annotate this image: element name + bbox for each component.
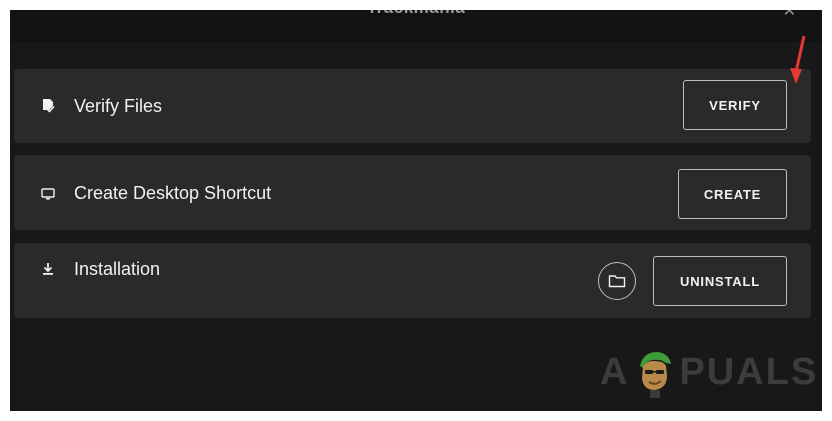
folder-icon xyxy=(608,275,626,288)
installation-label: Installation xyxy=(74,259,161,279)
create-shortcut-row: Create Desktop Shortcut CREATE xyxy=(14,155,811,230)
monitor-icon xyxy=(40,186,56,202)
watermark-text-left: A xyxy=(600,350,630,393)
uninstall-button[interactable]: UNINSTALL xyxy=(653,256,787,306)
create-button[interactable]: CREATE xyxy=(678,169,787,219)
verify-files-label: Verify Files xyxy=(74,96,163,116)
verify-button[interactable]: VERIFY xyxy=(683,80,787,130)
verify-file-icon xyxy=(40,98,56,114)
app-title: Trackmania xyxy=(10,10,822,18)
appuals-mascot-icon xyxy=(640,352,672,398)
verify-files-row: Verify Files VERIFY xyxy=(14,69,811,143)
title-bar: Trackmania ✕ xyxy=(10,10,822,42)
installation-row: Installation UNINSTALL xyxy=(14,243,811,318)
download-icon xyxy=(40,261,56,277)
app-window: Trackmania ✕ Verify Files VERIFY Create … xyxy=(10,10,822,411)
open-folder-button[interactable] xyxy=(598,262,636,300)
create-shortcut-label: Create Desktop Shortcut xyxy=(74,183,272,203)
watermark-text-right: PUALS xyxy=(679,350,819,393)
red-arrow-icon xyxy=(790,35,806,84)
close-icon[interactable]: ✕ xyxy=(783,10,796,21)
appuals-watermark: A PUALS xyxy=(600,346,818,398)
